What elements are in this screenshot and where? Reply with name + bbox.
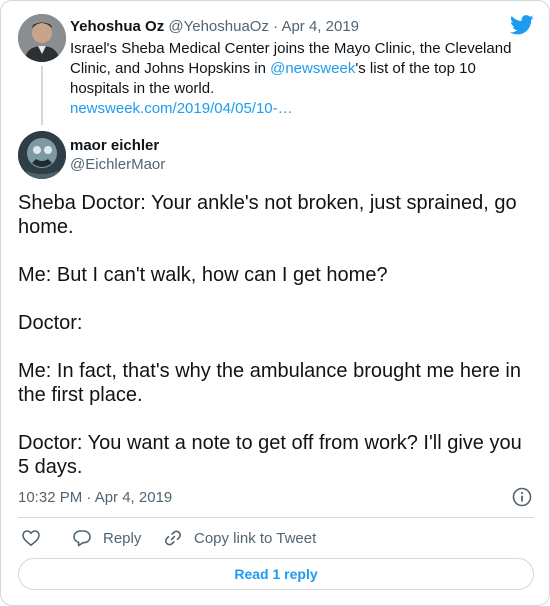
tweet-paragraph: Me: But I can't walk, how can I get home… — [18, 264, 388, 286]
author-name[interactable]: maor eichler — [70, 136, 159, 155]
copy-link-button[interactable]: Copy link to Tweet — [163, 527, 316, 549]
reply-button[interactable]: Reply — [72, 527, 141, 549]
author-handle[interactable]: @EichlerMaor — [70, 155, 165, 174]
tweet-paragraph: Me: In fact, that's why the ambulance br… — [18, 360, 521, 406]
tweet-paragraph: Doctor: — [18, 312, 83, 334]
avatar-image — [18, 131, 66, 179]
parent-article-link[interactable]: newsweek.com/2019/04/05/10-… — [70, 99, 293, 119]
parent-tweet-header: Yehoshua Oz @YehoshuaOz · Apr 4, 2019 — [70, 17, 359, 36]
info-icon[interactable] — [512, 487, 532, 507]
reply-bubble-icon — [73, 530, 91, 547]
reply-label: Reply — [103, 529, 142, 547]
heart-icon — [22, 530, 40, 546]
tweet-paragraph: Sheba Doctor: Your ankle's not broken, j… — [18, 192, 517, 238]
like-button[interactable] — [21, 527, 41, 549]
tweet-body: Sheba Doctor: Your ankle's not broken, j… — [18, 191, 534, 479]
avatar-maor[interactable] — [18, 131, 66, 179]
avatar-yehoshua[interactable] — [18, 14, 66, 62]
link-icon — [164, 530, 182, 546]
tweet-paragraph: Doctor: You want a note to get off from … — [18, 432, 522, 478]
copy-link-label: Copy link to Tweet — [194, 529, 317, 547]
avatar-image — [18, 14, 66, 62]
tweet-card: Yehoshua Oz @YehoshuaOz · Apr 4, 2019 Is… — [0, 0, 550, 606]
mention-link[interactable]: @newsweek — [270, 60, 355, 77]
parent-tweet-text: Israel's Sheba Medical Center joins the … — [70, 39, 530, 99]
parent-author-meta[interactable]: @YehoshuaOz · Apr 4, 2019 — [168, 18, 359, 35]
tweet-timestamp[interactable]: 10:32 PM · Apr 4, 2019 — [18, 488, 172, 507]
read-replies-button[interactable]: Read 1 reply — [18, 558, 534, 590]
divider — [18, 517, 534, 518]
thread-line — [41, 66, 43, 125]
parent-author-name[interactable]: Yehoshua Oz — [70, 18, 164, 35]
twitter-bird-icon[interactable] — [510, 15, 534, 35]
